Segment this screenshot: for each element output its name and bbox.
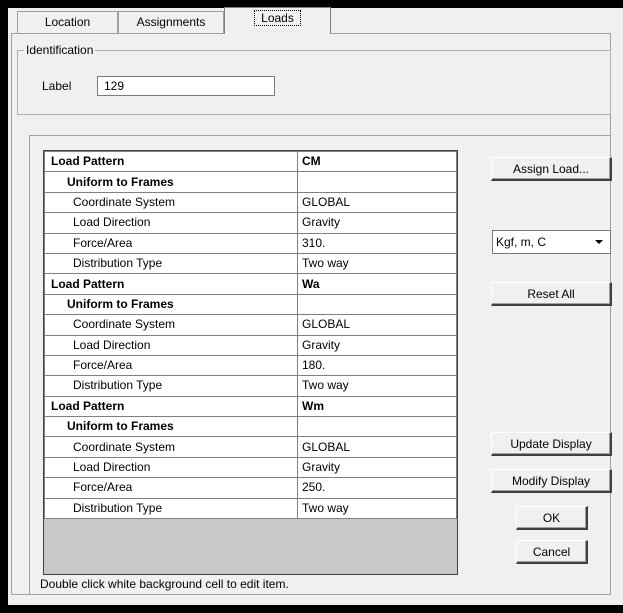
tab-location[interactable]: Location (17, 11, 118, 33)
row-value-cell[interactable]: GLOBAL (297, 314, 457, 336)
table-row[interactable]: Coordinate System GLOBAL (44, 436, 457, 458)
table-row[interactable]: Distribution Type Two way (44, 497, 457, 520)
table-row[interactable]: Distribution Type Two way (44, 252, 457, 275)
row-value-cell[interactable]: 250. (297, 477, 457, 499)
row-name-cell: Load Pattern (44, 273, 298, 295)
table-row[interactable]: Load Direction Gravity (44, 212, 457, 234)
table-row[interactable]: Force/Area 180. (44, 354, 457, 377)
table-row[interactable]: Force/Area 310. (44, 232, 457, 254)
reset-all-button[interactable]: Reset All (491, 282, 612, 306)
row-value-cell[interactable]: Two way (297, 375, 457, 397)
identification-group-title: Identification (24, 43, 96, 57)
table-row[interactable]: Load Pattern Wa (44, 273, 457, 295)
ok-button[interactable]: OK (516, 506, 588, 530)
row-name-cell: Distribution Type (44, 375, 298, 397)
row-name-cell: Coordinate System (44, 191, 298, 214)
row-name-cell: Load Direction (44, 456, 298, 479)
table-row[interactable]: Uniform to Frames (44, 171, 457, 193)
label-field[interactable] (97, 76, 275, 96)
table-row[interactable]: Uniform to Frames (44, 293, 457, 316)
row-name-cell: Force/Area (44, 477, 298, 499)
edit-hint: Double click white background cell to ed… (40, 577, 289, 591)
update-display-button[interactable]: Update Display (491, 432, 612, 456)
row-name-cell: Distribution Type (44, 252, 298, 275)
table-row[interactable]: Load Direction Gravity (44, 456, 457, 479)
row-value-cell[interactable]: Gravity (297, 334, 457, 356)
table-row[interactable]: Distribution Type Two way (44, 375, 457, 397)
table-row[interactable]: Coordinate System GLOBAL (44, 314, 457, 336)
tab-location-label: Location (44, 15, 91, 29)
row-name-cell: Force/Area (44, 354, 298, 377)
row-name-cell: Force/Area (44, 232, 298, 254)
table-row[interactable]: Force/Area 250. (44, 477, 457, 499)
row-value-cell[interactable] (297, 171, 457, 193)
chevron-down-icon[interactable] (590, 233, 608, 251)
loads-grid: Load Pattern CM Uniform to Frames Coordinat… (43, 150, 458, 575)
row-value-cell[interactable]: Wm (297, 395, 457, 418)
assign-load-button[interactable]: Assign Load... (491, 157, 612, 181)
row-value-cell[interactable]: GLOBAL (297, 191, 457, 214)
cancel-button[interactable]: Cancel (516, 540, 588, 564)
row-name-cell: Coordinate System (44, 436, 298, 458)
units-select[interactable]: Kgf, m, C (492, 230, 611, 254)
tab-assignments[interactable]: Assignments (118, 11, 224, 33)
row-name-cell: Load Pattern (44, 395, 298, 418)
tab-loads-label: Loads (254, 10, 301, 26)
row-value-cell[interactable]: GLOBAL (297, 436, 457, 458)
modify-display-button[interactable]: Modify Display (491, 469, 612, 493)
row-name-cell: Uniform to Frames (44, 293, 298, 316)
units-select-value: Kgf, m, C (496, 235, 547, 249)
row-name-cell: Load Direction (44, 212, 298, 234)
row-value-cell[interactable]: Wa (297, 273, 457, 295)
row-value-cell[interactable]: Two way (297, 497, 457, 520)
table-row[interactable]: Load Pattern CM (44, 150, 457, 173)
row-name-cell: Uniform to Frames (44, 416, 298, 438)
row-value-cell[interactable] (297, 416, 457, 438)
loads-table: Load Pattern CM Uniform to Frames Coordinat… (44, 150, 457, 520)
row-value-cell[interactable]: 180. (297, 354, 457, 377)
row-value-cell[interactable]: 310. (297, 232, 457, 254)
row-name-cell: Load Pattern (44, 150, 298, 173)
table-row[interactable]: Uniform to Frames (44, 416, 457, 438)
table-row[interactable]: Coordinate System GLOBAL (44, 191, 457, 214)
table-row[interactable]: Load Pattern Wm (44, 395, 457, 418)
row-value-cell[interactable]: CM (297, 150, 457, 173)
table-row[interactable]: Load Direction Gravity (44, 334, 457, 356)
tab-loads[interactable]: Loads (224, 7, 331, 34)
row-value-cell[interactable]: Two way (297, 252, 457, 275)
row-value-cell[interactable]: Gravity (297, 212, 457, 234)
row-name-cell: Uniform to Frames (44, 171, 298, 193)
row-value-cell[interactable] (297, 293, 457, 316)
row-name-cell: Coordinate System (44, 314, 298, 336)
row-value-cell[interactable]: Gravity (297, 456, 457, 479)
row-name-cell: Distribution Type (44, 497, 298, 520)
row-name-cell: Load Direction (44, 334, 298, 356)
tab-assignments-label: Assignments (136, 15, 206, 29)
label-caption: Label (42, 79, 72, 93)
